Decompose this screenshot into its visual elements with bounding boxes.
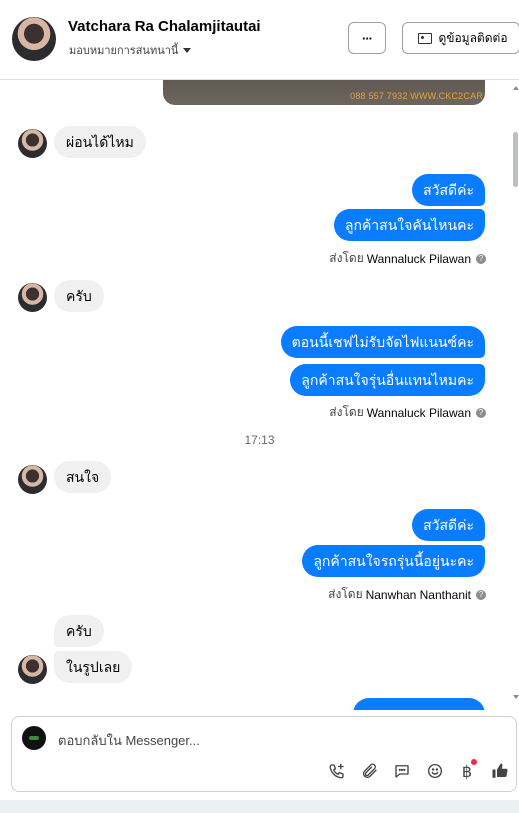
incoming-message[interactable]: ผ่อนได้ไหม (54, 126, 146, 158)
id-card-icon (418, 32, 433, 44)
more-options-button[interactable]: ··· (348, 22, 386, 54)
reply-input[interactable] (58, 733, 358, 748)
outgoing-message[interactable]: สวัสดีค่ะ (412, 509, 485, 541)
outgoing-message[interactable]: ลูกค้าสนใจรถรุ่นนี้อยู่นะคะ (302, 545, 485, 577)
message-thread[interactable]: 088 557 7932 WWW.CKC2CAR ผ่อนได้ไหม สวัส… (0, 80, 519, 710)
help-icon[interactable]: ? (476, 589, 486, 600)
sent-by-prefix: ส่งโดย (328, 587, 363, 601)
sender-name[interactable]: Wannaluck Pilawan (367, 406, 471, 420)
contact-avatar-small (18, 129, 47, 158)
phone-add-icon[interactable] (326, 760, 348, 782)
outgoing-message-partial[interactable] (353, 698, 485, 710)
thumbs-up-icon[interactable] (489, 760, 511, 782)
emoji-icon[interactable] (424, 760, 446, 782)
incoming-message[interactable]: สนใจ (54, 461, 112, 493)
sent-by-label: ส่งโดย Wannaluck Pilawan ? (329, 403, 486, 422)
scroll-up-arrow-icon[interactable] (513, 86, 519, 90)
saved-reply-icon[interactable] (391, 760, 413, 782)
car-photo-attachment[interactable]: 088 557 7932 WWW.CKC2CAR (163, 80, 485, 105)
outgoing-message[interactable]: ตอนนี้เชฟไม่รับจัดไฟแนนซ์คะ (280, 326, 485, 358)
chevron-down-icon (183, 48, 192, 53)
incoming-message[interactable]: ครับ (54, 280, 104, 312)
sent-by-prefix: ส่งโดย (329, 405, 364, 419)
view-contact-info-button[interactable]: ดูข้อมูลติดต่อ (402, 22, 519, 54)
attachment-icon[interactable] (359, 760, 381, 782)
more-icon: ··· (362, 30, 373, 46)
outgoing-message[interactable]: ลูกค้าสนใจรุ่นอื่นแทนไหมคะ (290, 364, 485, 396)
incoming-message[interactable]: ในรูปเลย (54, 651, 133, 683)
contact-name[interactable]: Vatchara Ra Chalamjitautai (68, 18, 261, 35)
incoming-message[interactable]: ครับ (54, 615, 104, 647)
conversation-header: Vatchara Ra Chalamjitautai มอบหมายการสนท… (0, 0, 519, 80)
sender-name[interactable]: Wannaluck Pilawan (367, 252, 471, 266)
thread-scrollbar[interactable] (510, 80, 519, 710)
sent-by-label: ส่งโดย Wannaluck Pilawan ? (329, 249, 486, 268)
view-contact-info-label: ดูข้อมูลติดต่อ (438, 30, 508, 45)
notification-dot (471, 759, 477, 765)
scroll-down-arrow-icon[interactable] (513, 695, 519, 699)
inbox-conversation-window: Vatchara Ra Chalamjitautai มอบหมายการสนท… (0, 0, 519, 800)
assign-conversation-dropdown[interactable]: มอบหมายการสนทนานี้ (69, 41, 192, 59)
sent-by-label: ส่งโดย Nanwhan Nanthanit ? (328, 585, 486, 604)
contact-avatar-small (18, 465, 47, 494)
contact-avatar-small (18, 283, 47, 312)
composer-toolbar: ฿ (326, 759, 519, 783)
assign-label: มอบหมายการสนทนานี้ (69, 45, 179, 57)
baht-symbol: ฿ (461, 761, 473, 781)
help-icon[interactable]: ? (476, 253, 486, 264)
help-icon[interactable]: ? (476, 407, 486, 418)
scrollbar-thumb[interactable] (513, 132, 518, 187)
sender-name[interactable]: Nanwhan Nanthanit (366, 588, 471, 602)
sent-by-prefix: ส่งโดย (329, 251, 364, 265)
photo-watermark: 088 557 7932 WWW.CKC2CAR (350, 91, 483, 101)
baht-icon[interactable]: ฿ (456, 759, 478, 782)
contact-avatar[interactable] (12, 17, 56, 61)
message-composer: ฿ (11, 716, 517, 792)
timestamp-divider: 17:13 (244, 433, 275, 447)
outgoing-message[interactable]: สวัสดีค่ะ (412, 174, 485, 206)
page-avatar (22, 726, 46, 750)
outgoing-message[interactable]: ลูกค้าสนใจคันไหนคะ (333, 209, 485, 241)
contact-avatar-small (18, 655, 47, 684)
